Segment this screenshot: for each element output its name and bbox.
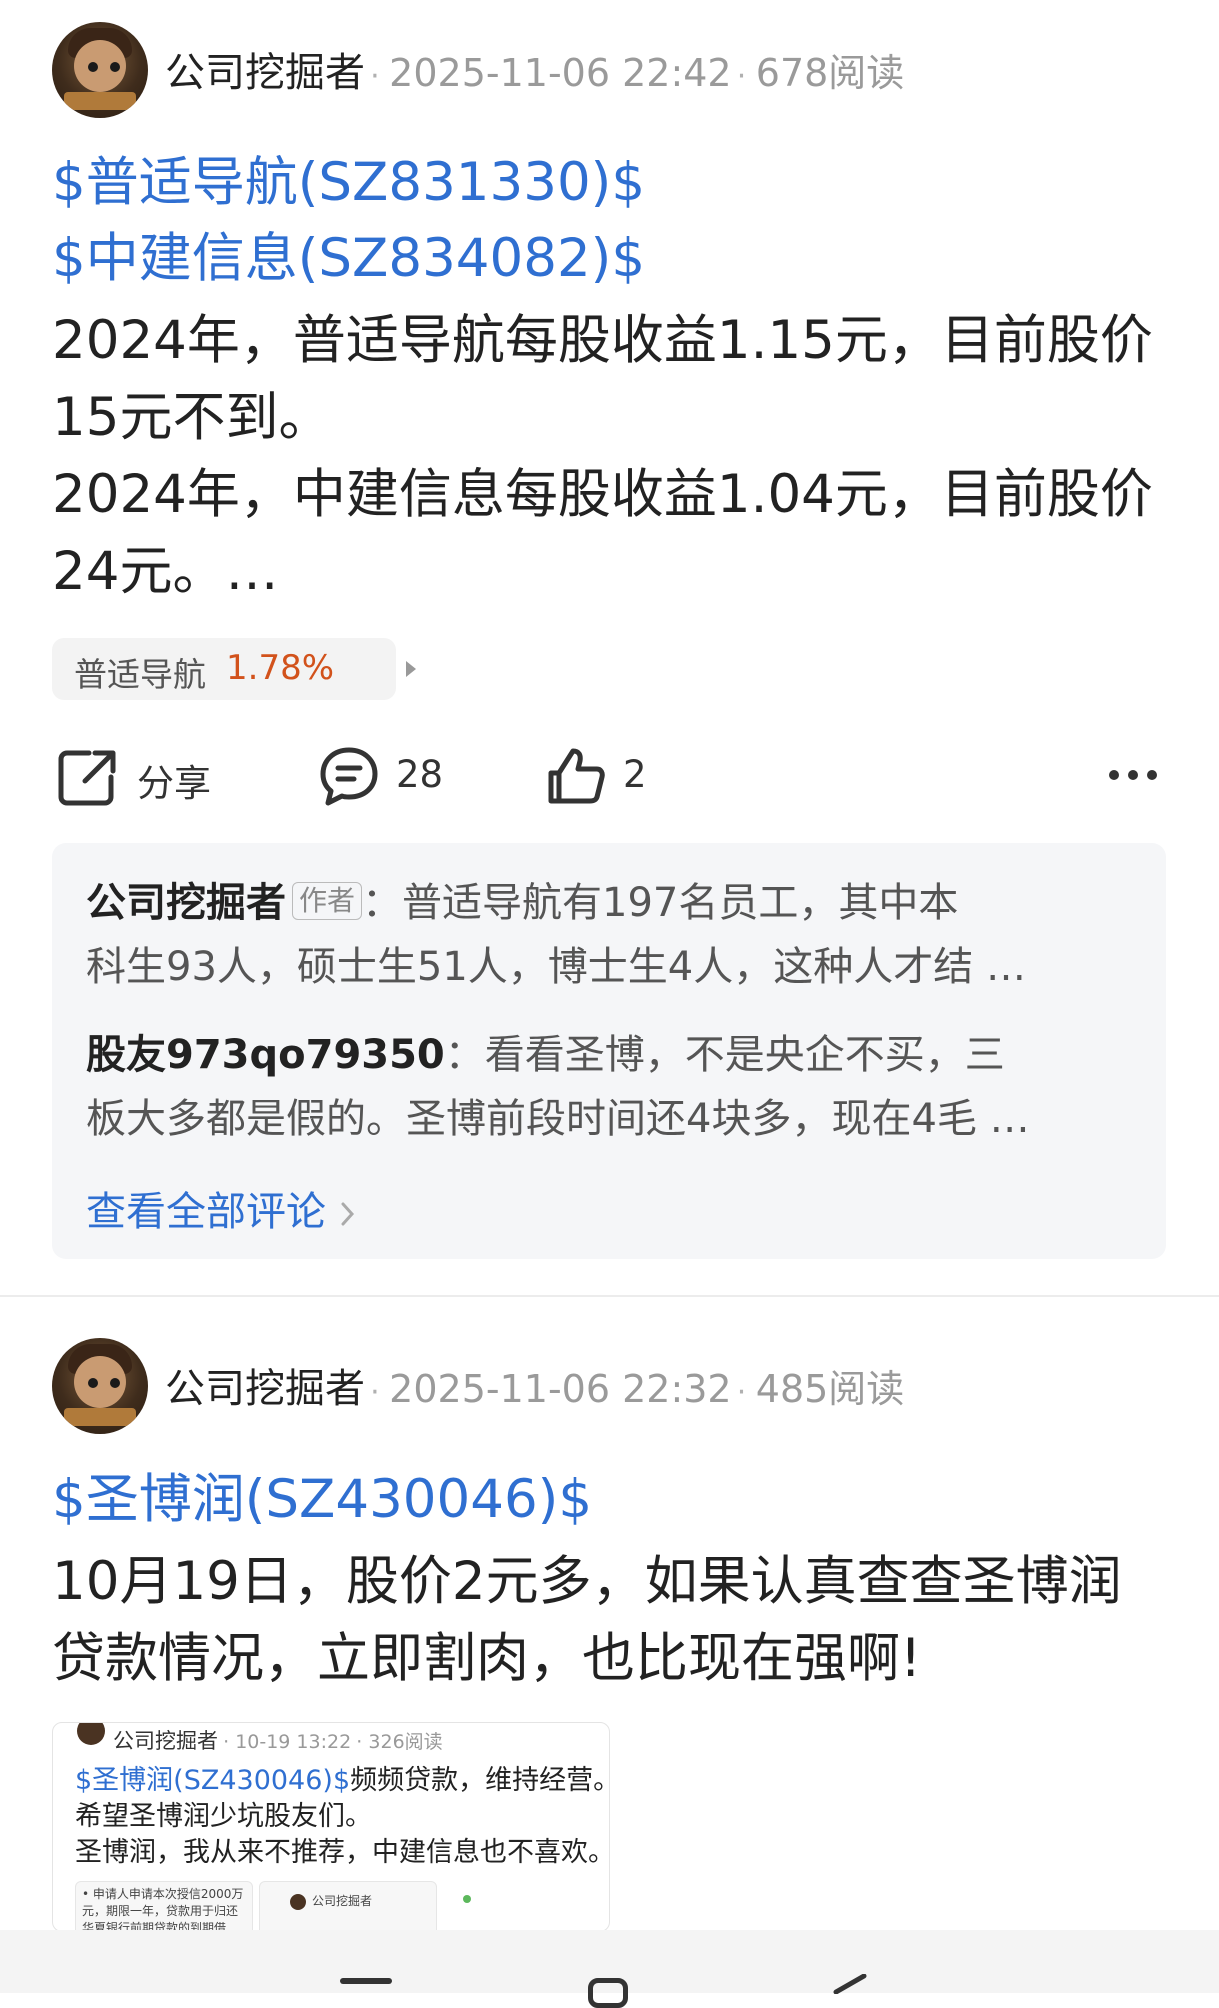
body-line: 2024年，普适导航每股收益1.15元，目前股价 — [52, 310, 1153, 371]
comment-icon — [320, 747, 378, 806]
quoted-author-name: 公司挖掘者 — [113, 1729, 218, 1753]
quoted-line: $圣博润(SZ430046)$频频贷款，维持经营。 — [75, 1763, 610, 1799]
author-avatar[interactable] — [52, 1338, 148, 1434]
thumbnail-text: • 申请人申请本次授信2000万元，期限一年，贷款用于归还华夏银行前期贷款的到期… — [82, 1887, 244, 1932]
commenter-name[interactable]: 股友973qo79350 — [86, 1032, 445, 1078]
green-dot-icon — [463, 1895, 471, 1903]
avatar-eye — [110, 1378, 120, 1388]
quoted-text: 频频贷款，维持经营。 — [350, 1765, 610, 1796]
quoted-stock-link: $圣博润(SZ430046)$ — [75, 1765, 351, 1796]
view-all-label: 查看全部评论 — [86, 1189, 326, 1235]
separator-dot: · — [736, 1375, 756, 1410]
comment-count: 28 — [396, 753, 444, 796]
separator-dot: · — [356, 1731, 369, 1753]
body-line: 10月19日，股价2元多，如果认真查查圣博润 — [52, 1551, 1122, 1612]
comment-text: 板大多都是假的。圣博前段时间还4块多，现在4毛 — [86, 1096, 977, 1142]
comment-line[interactable]: 板大多都是假的。圣博前段时间还4块多，现在4毛 … — [86, 1087, 1136, 1151]
quoted-reads: 326阅读 — [368, 1731, 443, 1753]
author-name[interactable]: 公司挖掘者 — [165, 1366, 365, 1412]
separator-dot: · — [370, 1375, 390, 1410]
avatar-eye — [88, 62, 98, 72]
comment-line[interactable]: 公司挖掘者 作者 ：普适导航有197名员工，其中本 — [86, 871, 1146, 935]
share-label: 分享 — [137, 762, 211, 805]
thumbnail-author: 公司挖掘者 — [312, 1894, 373, 1908]
quoted-post-card[interactable]: 公司挖掘者 · 10-19 13:22 · 326阅读 $圣博润(SZ43004… — [52, 1722, 610, 1932]
comment-text: 科生93人，硕士生51人，博士生4人，这种人才结 — [86, 944, 974, 990]
back-icon[interactable] — [830, 1974, 870, 1994]
home-icon[interactable] — [588, 1978, 628, 2008]
stock-link[interactable]: $中建信息(SZ834082)$ — [52, 221, 645, 297]
comment-text: ：看看圣博，不是央企不买，三 — [444, 1032, 1005, 1078]
chip-change-percent: 1.78% — [226, 648, 335, 688]
post-header: 公司挖掘者 · 2025-11-06 22:42 · 678阅读 — [165, 40, 904, 100]
comment-text: ：普适导航有197名员工，其中本 — [362, 880, 959, 926]
stock-link[interactable]: $圣博润(SZ430046)$ — [52, 1462, 592, 1538]
post-datetime: 2025-11-06 22:32 — [389, 1367, 732, 1411]
author-name[interactable]: 公司挖掘者 — [165, 50, 365, 96]
share-button[interactable]: 分享 — [55, 745, 245, 809]
thumbnail-avatar — [290, 1894, 306, 1910]
quoted-line: 希望圣博润少坑股友们。 — [75, 1801, 372, 1832]
post-datetime: 2025-11-06 22:42 — [389, 51, 732, 95]
comments-preview: 公司挖掘者 作者 ：普适导航有197名员工，其中本 科生93人，硕士生51人，博士生… — [52, 843, 1166, 1259]
chip-stock-name: 普适导航 — [74, 655, 206, 694]
like-button[interactable]: 2 — [545, 745, 665, 809]
stock-link[interactable]: $普适导航(SZ831330)$ — [52, 145, 645, 221]
more-button[interactable] — [1108, 760, 1158, 790]
read-count: 485阅读 — [755, 1367, 905, 1411]
comment-line[interactable]: 科生93人，硕士生51人，博士生4人，这种人才结 … — [86, 935, 1136, 999]
comment-line[interactable]: 股友973qo79350：看看圣博，不是央企不买，三 — [86, 1023, 1146, 1087]
ellipsis: … — [985, 944, 1026, 990]
system-navigation-bar — [0, 1930, 1219, 2008]
view-all-comments-link[interactable]: 查看全部评论 — [86, 1179, 355, 1235]
post-body[interactable]: 2024年，普适导航每股收益1.15元，目前股价 15元不到。 2024年，中建… — [52, 302, 1182, 610]
separator-dot: · — [736, 59, 756, 94]
body-line: 贷款情况，立即割肉，也比现在强啊! — [52, 1628, 922, 1689]
quoted-image-thumbnail: 公司挖掘者 — [259, 1881, 437, 1931]
quoted-header: 公司挖掘者 · 10-19 13:22 · 326阅读 — [113, 1725, 443, 1755]
post-body[interactable]: 10月19日，股价2元多，如果认真查查圣博润 贷款情况，立即割肉，也比现在强啊! — [52, 1543, 1182, 1697]
author-tag: 作者 — [292, 882, 363, 920]
read-count: 678阅读 — [755, 51, 905, 95]
avatar-emblem — [64, 92, 136, 110]
separator-dot: · — [223, 1731, 236, 1753]
body-line: 2024年，中建信息每股收益1.04元，目前股价 — [52, 464, 1153, 525]
post-divider — [0, 1295, 1219, 1297]
comment-button[interactable]: 28 — [318, 745, 468, 809]
separator-dot: · — [370, 59, 390, 94]
more-icon — [1109, 770, 1157, 780]
stock-quote-chip[interactable]: 普适导航 1.78% — [52, 638, 416, 700]
body-line: 15元不到。 — [52, 387, 332, 448]
like-count: 2 — [623, 753, 647, 796]
post-header: 公司挖掘者 · 2025-11-06 22:32 · 485阅读 — [165, 1356, 904, 1416]
ellipsis: … — [989, 1096, 1030, 1142]
chevron-right-icon — [341, 1202, 355, 1226]
body-line: 24元。… — [52, 541, 279, 602]
menu-icon[interactable] — [340, 1978, 392, 1984]
quoted-avatar — [77, 1723, 105, 1745]
avatar-eye — [110, 62, 120, 72]
quoted-image-thumbnail: • 申请人申请本次授信2000万元，期限一年，贷款用于归还华夏银行前期贷款的到期… — [75, 1881, 253, 1932]
avatar-emblem — [64, 1408, 136, 1426]
avatar-eye — [88, 1378, 98, 1388]
quoted-line: 圣博润，我从来不推荐，中建信息也不喜欢。 — [75, 1837, 610, 1868]
commenter-name[interactable]: 公司挖掘者 — [86, 880, 286, 926]
quoted-datetime: 10-19 13:22 — [235, 1731, 352, 1753]
author-avatar[interactable] — [52, 22, 148, 118]
like-icon — [548, 748, 605, 804]
chevron-right-icon — [406, 661, 416, 677]
share-icon — [58, 750, 116, 806]
